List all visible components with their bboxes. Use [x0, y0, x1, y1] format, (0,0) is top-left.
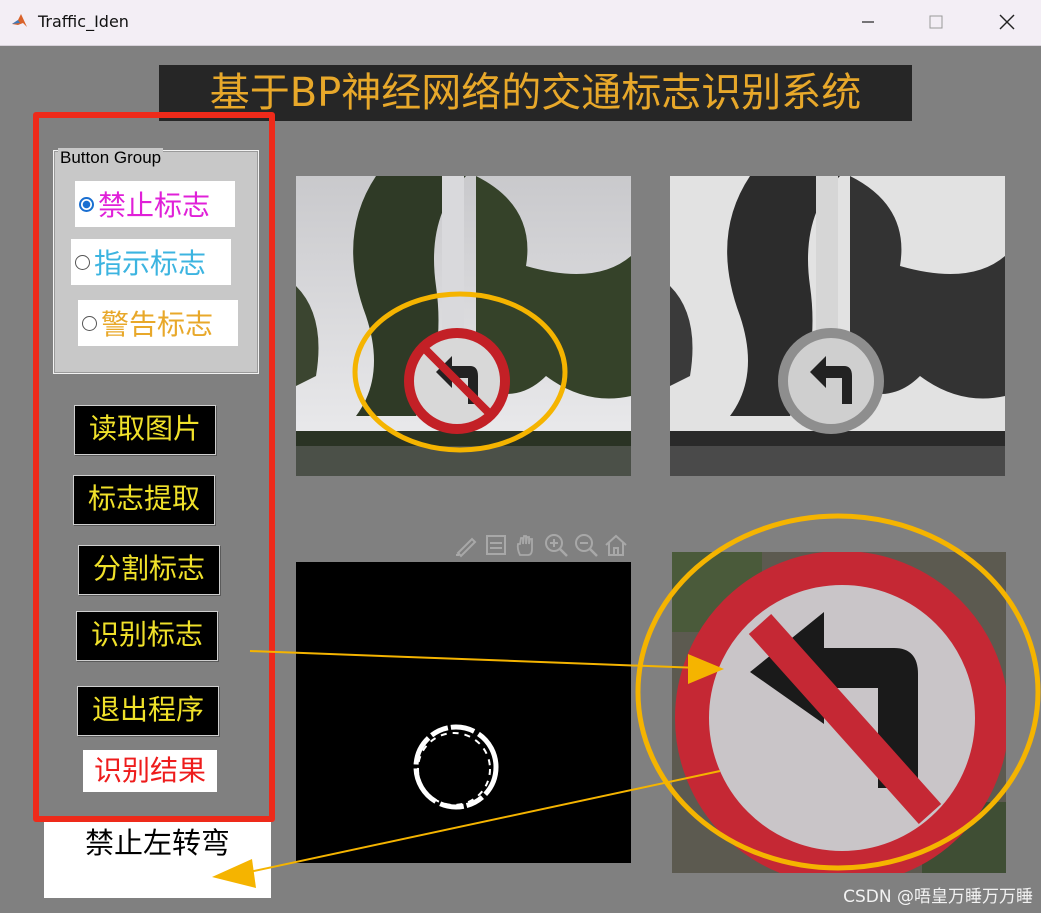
- figure-client-area: 基于BP神经网络的交通标志识别系统 Button Group 禁止标志 指示标志…: [0, 46, 1041, 913]
- csdn-watermark: CSDN @唔皇万睡万万睡: [843, 887, 1033, 907]
- maximize-button[interactable]: [913, 6, 959, 38]
- close-icon: [999, 14, 1015, 30]
- highlight-ellipse-small: [352, 291, 568, 453]
- arrow-line-to-sign: [249, 650, 701, 669]
- window-titlebar: Traffic_Iden: [0, 0, 1041, 46]
- minimize-icon: [862, 21, 874, 23]
- arrow-head-left-icon: [212, 859, 256, 888]
- minimize-button[interactable]: [845, 6, 891, 38]
- matlab-app-icon: [12, 14, 27, 27]
- annotation-overlay: [212, 291, 1041, 888]
- highlight-ellipse-large: [635, 513, 1041, 871]
- maximize-icon: [929, 15, 943, 29]
- window-title: Traffic_Iden: [38, 12, 129, 31]
- close-button[interactable]: [984, 6, 1030, 38]
- arrow-line-to-result: [239, 770, 721, 875]
- arrow-head-right-icon: [688, 654, 724, 684]
